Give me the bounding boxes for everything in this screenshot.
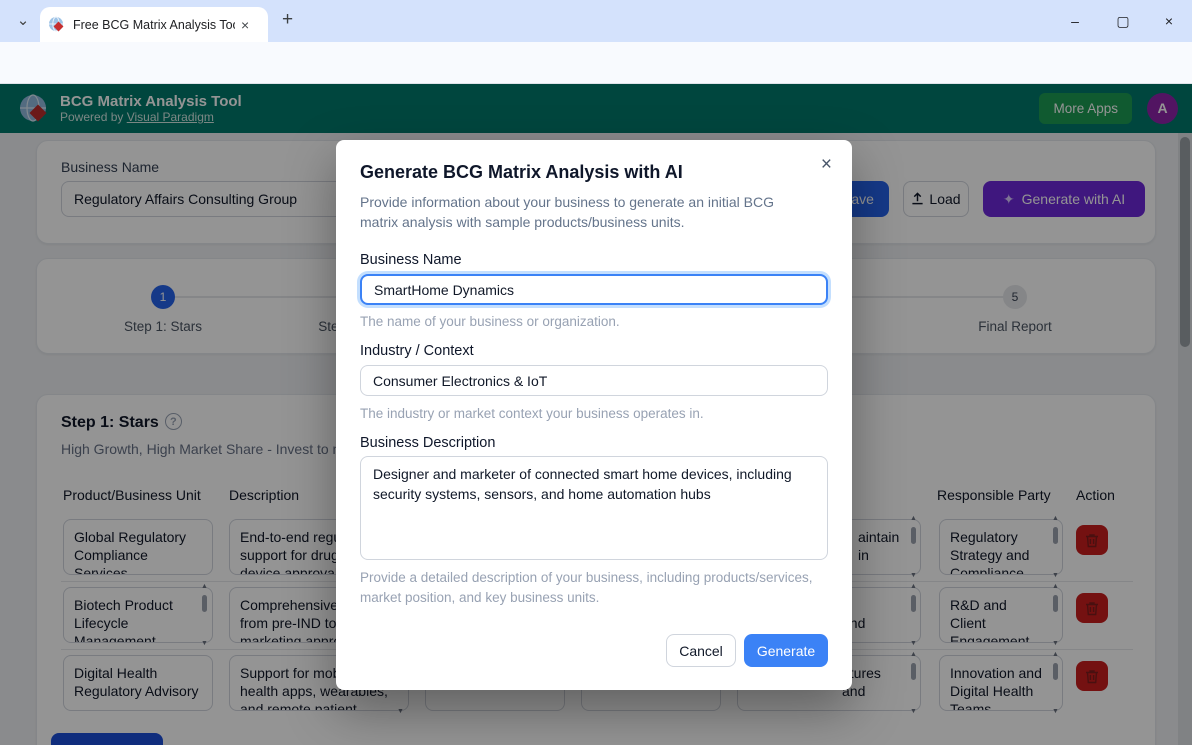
window-maximize-button[interactable]: ▢ xyxy=(1100,0,1146,42)
modal-business-name-label: Business Name xyxy=(360,252,462,268)
browser-titlebar: ⌄ Free BCG Matrix Analysis Tool | × + – … xyxy=(0,0,1192,42)
browser-toolbar: ← → ⟳ ai-toolbox.visual-paradigm.com/app… xyxy=(0,42,1192,84)
tab-close-icon[interactable]: × xyxy=(241,18,249,32)
cancel-button[interactable]: Cancel xyxy=(666,634,736,667)
tab-search-button[interactable]: ⌄ xyxy=(10,9,36,35)
new-tab-button[interactable]: + xyxy=(282,9,293,31)
window-close-button[interactable]: × xyxy=(1146,0,1192,42)
generate-ai-modal: Generate BCG Matrix Analysis with AI × P… xyxy=(336,140,852,690)
browser-tab[interactable]: Free BCG Matrix Analysis Tool | × xyxy=(40,7,268,42)
modal-industry-label: Industry / Context xyxy=(360,343,474,359)
window-minimize-button[interactable]: – xyxy=(1052,0,1098,42)
modal-business-name-help: The name of your business or organizatio… xyxy=(360,314,620,329)
modal-description-label: Business Description xyxy=(360,435,495,451)
tab-title: Free BCG Matrix Analysis Tool | xyxy=(73,18,235,32)
modal-description-help: Provide a detailed description of your b… xyxy=(360,568,820,607)
modal-industry-help: The industry or market context your busi… xyxy=(360,406,704,421)
modal-title: Generate BCG Matrix Analysis with AI xyxy=(360,162,683,183)
generate-button[interactable]: Generate xyxy=(744,634,828,667)
favicon-visual-paradigm xyxy=(48,16,65,33)
modal-industry-input[interactable] xyxy=(360,365,828,396)
modal-business-name-input[interactable] xyxy=(360,274,828,305)
modal-close-icon[interactable]: × xyxy=(821,154,832,176)
modal-description-textarea[interactable] xyxy=(360,456,828,560)
modal-subtitle: Provide information about your business … xyxy=(360,192,812,233)
